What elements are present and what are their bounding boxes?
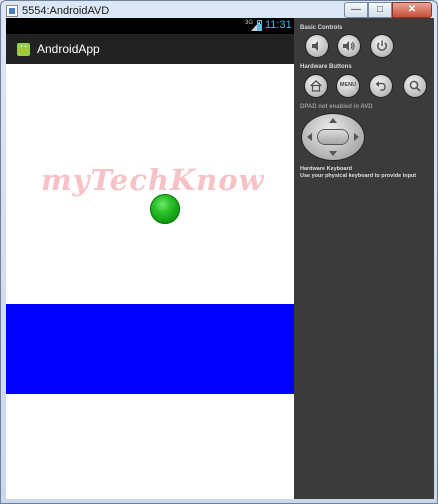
volume-down-button[interactable] (306, 35, 328, 57)
window-app-icon (6, 5, 18, 17)
back-button[interactable] (370, 75, 392, 97)
controls-panel: Basic Controls Hardware Buttons MENU DPA… (294, 18, 434, 499)
keyboard-hint: Use your physical keyboard to provide in… (300, 173, 417, 179)
dpad-center-button[interactable] (318, 130, 348, 144)
hardware-buttons-label: Hardware Buttons (300, 64, 352, 70)
search-icon (409, 80, 421, 92)
battery-icon (257, 20, 262, 31)
power-button[interactable] (371, 35, 393, 57)
close-button[interactable]: ✕ (392, 2, 432, 18)
emulator-window: 5554:AndroidAVD — □ ✕ 3G 11:31 AndroidAp… (0, 0, 438, 504)
back-icon (375, 81, 386, 91)
app-title: AndroidApp (37, 42, 100, 56)
android-robot-icon[interactable] (15, 40, 32, 58)
minimize-button[interactable]: — (344, 2, 368, 18)
keyboard-title: Hardware Keyboard (300, 166, 352, 172)
watermark-text: myTechKnow (41, 163, 265, 197)
search-button[interactable] (404, 75, 426, 97)
menu-button[interactable]: MENU (337, 75, 359, 97)
window-controls: — □ ✕ (344, 2, 432, 18)
volume-up-button[interactable] (338, 35, 360, 57)
status-time: 11:31 (265, 19, 292, 31)
action-bar: AndroidApp (6, 34, 294, 64)
menu-button-label: MENU (339, 82, 357, 88)
blue-bar (6, 304, 294, 394)
dpad-label: DPAD not enabled in AVD (300, 104, 373, 110)
home-button[interactable] (305, 75, 327, 97)
window-title: 5554:AndroidAVD (22, 5, 110, 17)
device-screen[interactable]: 3G 11:31 AndroidApp myTechKnow (6, 18, 294, 499)
home-icon (310, 80, 322, 92)
maximize-button[interactable]: □ (368, 2, 392, 18)
basic-controls-label: Basic Controls (300, 25, 343, 31)
dpad[interactable] (302, 114, 364, 160)
volume-up-icon (343, 41, 355, 51)
volume-down-icon (312, 41, 318, 51)
power-icon (377, 40, 387, 51)
status-bar: 3G 11:31 (6, 18, 294, 34)
green-ball[interactable] (150, 194, 180, 224)
